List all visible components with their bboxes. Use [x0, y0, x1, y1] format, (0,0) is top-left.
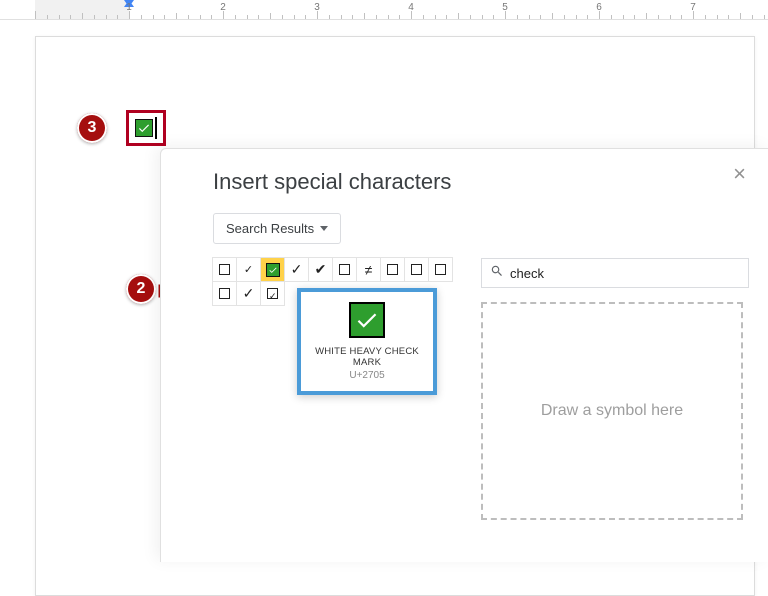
- draw-symbol-area[interactable]: Draw a symbol here: [481, 302, 743, 520]
- char-cell[interactable]: ≠: [356, 257, 381, 282]
- char-cell[interactable]: [260, 257, 285, 282]
- character-search[interactable]: [481, 258, 749, 288]
- char-cell[interactable]: [212, 281, 237, 306]
- text-cursor: [155, 117, 157, 139]
- char-cell[interactable]: ✓: [236, 257, 261, 282]
- char-cell[interactable]: [332, 257, 357, 282]
- character-grid: ✓✓✔≠✓ WHITE HEAVY CHECK MARK U+2705: [213, 258, 463, 306]
- annotation-box-3: [126, 110, 166, 146]
- tooltip-glyph-icon: [349, 302, 385, 338]
- char-cell[interactable]: ✔: [308, 257, 333, 282]
- annotation-badge-3: 3: [77, 113, 107, 143]
- ruler: 1234567: [0, 0, 768, 20]
- char-cell[interactable]: [260, 281, 285, 306]
- char-cell[interactable]: [212, 257, 237, 282]
- chevron-down-icon: [320, 226, 328, 231]
- search-icon: [490, 264, 504, 283]
- char-cell[interactable]: ✓: [236, 281, 261, 306]
- inserted-checkmark-glyph: [135, 119, 153, 137]
- tooltip-char-code: U+2705: [307, 370, 427, 381]
- tooltip-char-name: WHITE HEAVY CHECK MARK: [307, 346, 427, 368]
- insert-special-characters-dialog: × Insert special characters Search Resul…: [160, 148, 768, 562]
- character-search-input[interactable]: [510, 266, 740, 281]
- char-cell[interactable]: ✓: [284, 257, 309, 282]
- annotation-badge-2: 2: [126, 274, 156, 304]
- category-dropdown[interactable]: Search Results: [213, 213, 341, 244]
- dialog-title: Insert special characters: [213, 169, 768, 195]
- char-cell[interactable]: [404, 257, 429, 282]
- close-icon[interactable]: ×: [733, 163, 746, 185]
- draw-symbol-placeholder: Draw a symbol here: [541, 402, 683, 420]
- character-tooltip: WHITE HEAVY CHECK MARK U+2705: [297, 288, 437, 395]
- char-cell[interactable]: [428, 257, 453, 282]
- category-dropdown-label: Search Results: [226, 221, 314, 236]
- char-cell[interactable]: [380, 257, 405, 282]
